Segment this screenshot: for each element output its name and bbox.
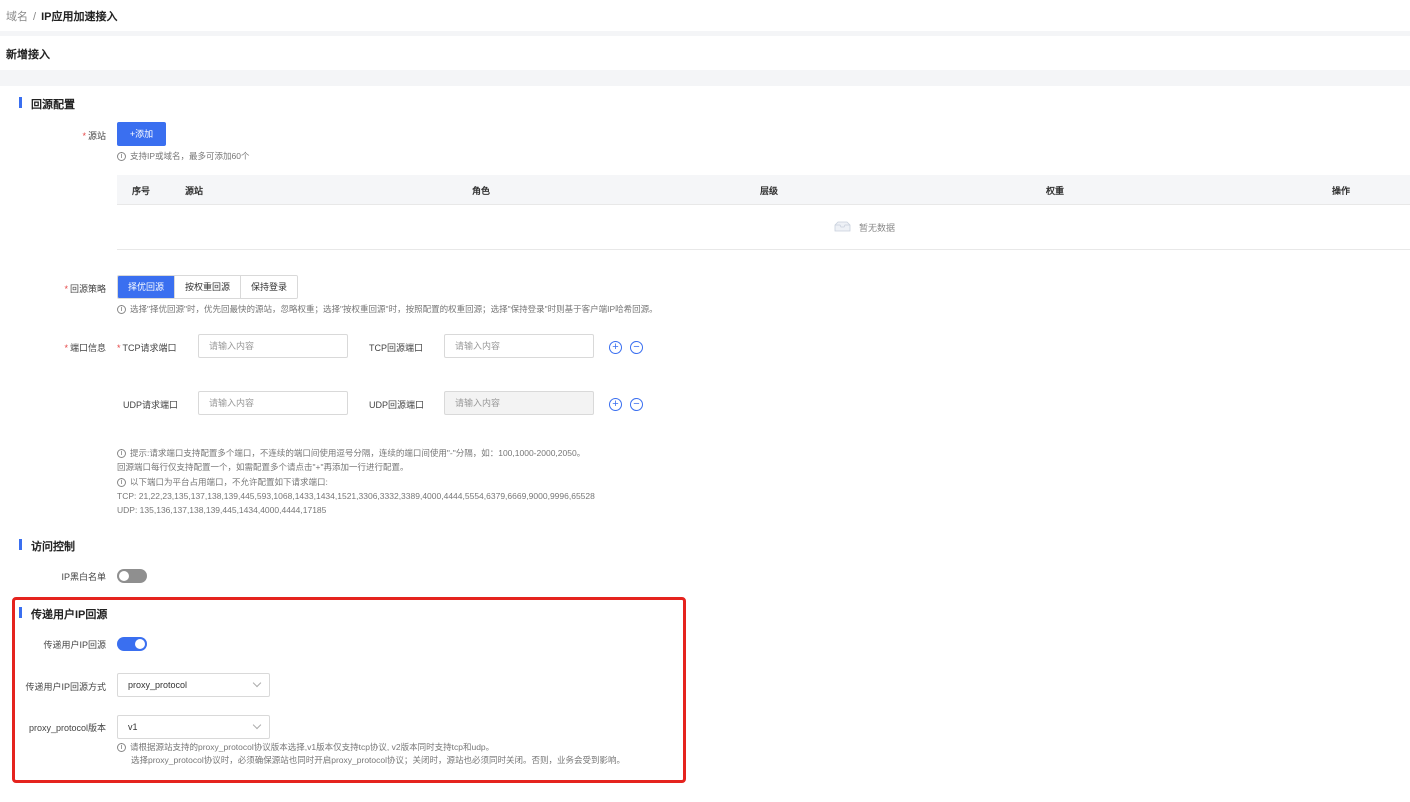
port-hint-udp: UDP: 135,136,137,138,139,445,1434,4000,4… <box>117 505 327 515</box>
column-header-role: 角色 <box>472 186 491 196</box>
udp-origin-port-label: UDP回源端口 <box>369 400 425 410</box>
info-icon: i <box>117 478 126 488</box>
section-marker <box>19 97 22 108</box>
minus-circle-icon[interactable]: − <box>630 341 643 354</box>
minus-circle-icon[interactable]: − <box>630 398 643 411</box>
page-title: 新增接入 <box>6 49 50 61</box>
highlight-box <box>12 597 686 783</box>
strategy-option-weight[interactable]: 按权重回源 <box>175 276 242 298</box>
column-header-index: 序号 <box>132 186 151 196</box>
breadcrumb-root-link[interactable]: 域名 <box>6 11 28 23</box>
strategy-option-best[interactable]: 择优回源 <box>118 276 176 298</box>
origin-label: * 源站 <box>82 131 106 141</box>
udp-request-port-label: UDP请求端口 <box>123 400 179 410</box>
port-info-label: * 端口信息 <box>64 343 106 353</box>
section-title-access: 访问控制 <box>31 541 75 553</box>
section-marker <box>19 539 22 550</box>
port-hint-2: 回源端口每行仅支持配置一个，如需配置多个请点击"+"再添加一行进行配置。 <box>117 462 409 472</box>
udp-origin-port-input: 请输入内容 <box>444 391 594 415</box>
toggle-knob <box>119 571 129 581</box>
tcp-request-port-label: * TCP请求端口 <box>117 343 177 353</box>
plus-circle-icon[interactable]: + <box>609 341 622 354</box>
table-divider <box>117 204 1410 205</box>
tcp-origin-port-input[interactable]: 请输入内容 <box>444 334 594 358</box>
port-hint-3: i 以下端口为平台占用端口，不允许配置如下请求端口: <box>117 476 328 489</box>
empty-box-icon <box>834 221 851 232</box>
section-title-origin: 回源配置 <box>31 99 75 111</box>
udp-request-port-input[interactable]: 请输入内容 <box>198 391 348 415</box>
add-origin-hint: i 支持IP或域名，最多可添加60个 <box>117 150 250 163</box>
info-icon: i <box>117 305 126 315</box>
breadcrumb-separator: / <box>33 11 37 23</box>
breadcrumb-current: IP应用加速接入 <box>41 11 118 23</box>
port-hint-1: i 提示:请求端口支持配置多个端口，不连续的端口间使用逗号分隔，连续的端口间使用"… <box>117 447 585 460</box>
column-header-weight: 权重 <box>1046 186 1065 196</box>
column-header-actions: 操作 <box>1332 186 1351 196</box>
tcp-origin-port-label: TCP回源端口 <box>369 343 424 353</box>
ip-list-toggle[interactable] <box>117 569 147 583</box>
column-header-level: 层级 <box>760 186 779 196</box>
strategy-segmented-control: 择优回源 按权重回源 保持登录 <box>117 275 299 299</box>
strategy-hint: i 选择"择优回源"时，优先回最快的源站，忽略权重；选择"按权重回源"时，按照配置… <box>117 303 658 316</box>
strategy-label: * 回源策略 <box>64 284 106 294</box>
info-icon: i <box>117 152 126 162</box>
table-bottom-line <box>117 249 1410 250</box>
port-hint-tcp: TCP: 21,22,23,135,137,138,139,445,593,10… <box>117 491 595 501</box>
breadcrumb: 域名 / IP应用加速接入 <box>6 8 117 24</box>
info-icon: i <box>117 449 126 459</box>
breadcrumb-bar <box>0 0 1410 31</box>
empty-data-text: 暂无数据 <box>859 223 896 233</box>
tcp-request-port-input[interactable]: 请输入内容 <box>198 334 348 358</box>
ip-list-label: IP黑白名单 <box>61 572 106 582</box>
plus-circle-icon[interactable]: + <box>609 398 622 411</box>
title-bar <box>0 36 1410 70</box>
column-header-origin: 源站 <box>185 186 204 196</box>
strategy-option-session[interactable]: 保持登录 <box>241 276 298 298</box>
add-origin-button[interactable]: +添加 <box>117 122 166 146</box>
